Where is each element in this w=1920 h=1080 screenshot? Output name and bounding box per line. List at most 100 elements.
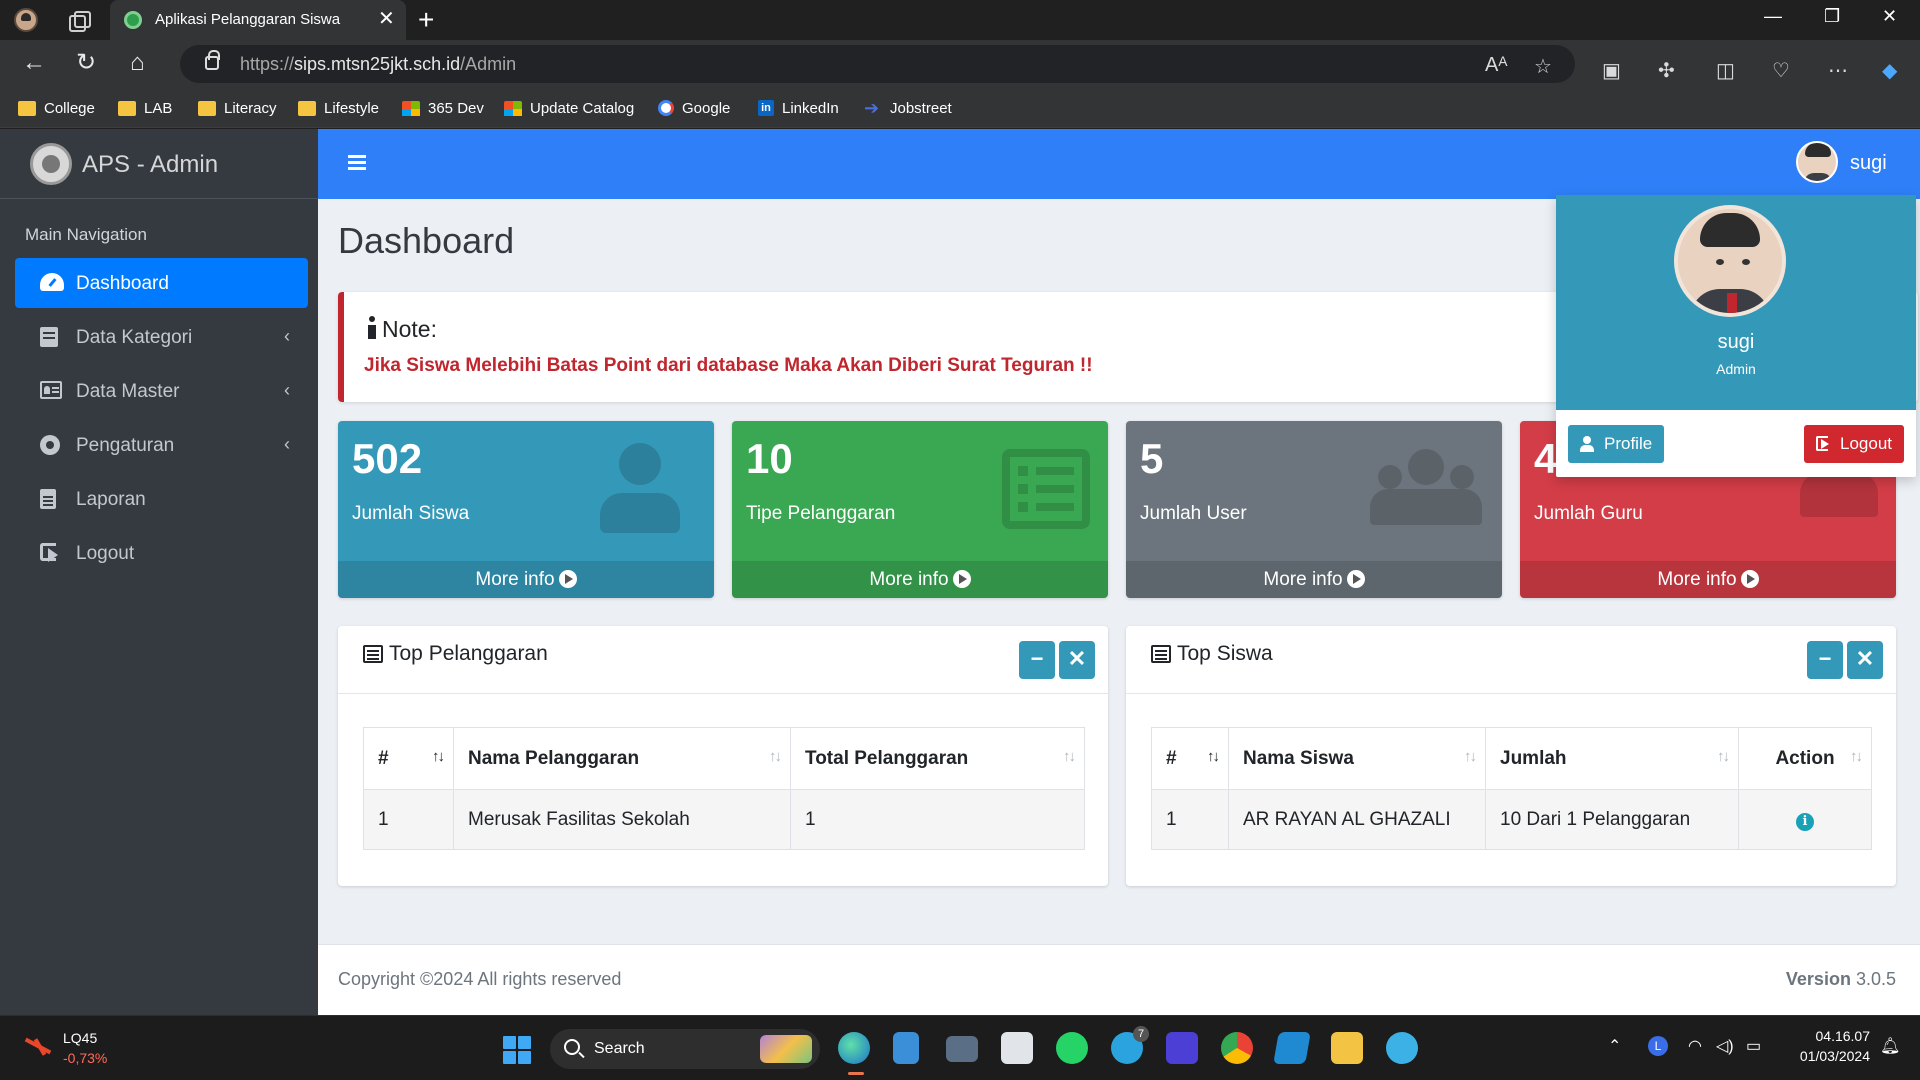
bookmark-college[interactable]: College <box>18 97 95 119</box>
workspaces-icon[interactable] <box>66 8 91 32</box>
vscode-icon[interactable] <box>1273 1032 1311 1064</box>
bookmark-linkedin[interactable]: in LinkedIn <box>758 97 839 119</box>
bookmark-google[interactable]: Google <box>658 97 730 119</box>
info-circle-icon[interactable]: i <box>1796 812 1814 831</box>
remove-button[interactable]: ✕ <box>1059 641 1095 679</box>
browser-profile-avatar[interactable] <box>14 8 38 32</box>
card-top-siswa: Top Siswa − ✕ # ↑↓ Nama Siswa ↑↓ Jumlah ↑↓ … <box>1126 626 1896 886</box>
sort-icon: ↑↓ <box>1063 748 1076 765</box>
stat-label: Jumlah Siswa <box>352 503 470 524</box>
collapse-button[interactable]: − <box>1807 641 1843 679</box>
battery-icon[interactable]: ▭ <box>1746 1036 1761 1056</box>
chrome-icon[interactable] <box>1221 1032 1253 1064</box>
logout-button[interactable]: Logout <box>1804 425 1904 463</box>
sign-out-icon <box>40 543 58 562</box>
bookmark-365-dev[interactable]: 365 Dev <box>402 97 484 119</box>
column-header-total-pelanggaran[interactable]: Total Pelanggaran ↑↓ <box>790 727 1085 790</box>
card-header: Top Pelanggaran − ✕ <box>338 626 1108 694</box>
sort-icon: ↑↓ <box>1850 748 1863 765</box>
split-screen-icon[interactable]: ◫ <box>1716 58 1735 83</box>
bookmark-jobstreet[interactable]: ➔ Jobstreet <box>864 97 952 119</box>
minimize-icon[interactable]: — <box>1764 6 1782 27</box>
home-icon[interactable]: ⌂ <box>130 48 145 78</box>
stock-name[interactable]: LQ45 <box>63 1030 97 1046</box>
maximize-icon[interactable]: ❐ <box>1824 6 1840 27</box>
sidebar-item-dashboard[interactable]: Dashboard <box>15 258 308 308</box>
sidebar-item-laporan[interactable]: Laporan <box>15 474 308 524</box>
linkedin-icon: in <box>758 100 774 116</box>
sidebar-item-data-master[interactable]: Data Master ‹ <box>15 366 308 416</box>
more-info-link[interactable]: More info <box>1520 561 1896 598</box>
bookmark-lifestyle[interactable]: Lifestyle <box>298 97 379 119</box>
column-header-jumlah[interactable]: Jumlah ↑↓ <box>1485 727 1739 790</box>
browser-tab-active[interactable]: Aplikasi Pelanggaran Siswa ✕ <box>110 0 406 40</box>
stat-label: Jumlah Guru <box>1534 503 1643 524</box>
notification-bell-icon[interactable]: 🔔︎ <box>1880 1036 1900 1056</box>
more-info-link[interactable]: More info <box>1126 561 1502 598</box>
volume-icon[interactable]: ◁) <box>1716 1036 1734 1056</box>
bookmark-literacy[interactable]: Literacy <box>198 97 277 119</box>
favorite-star-icon[interactable]: ☆ <box>1534 54 1552 79</box>
notepad-icon[interactable] <box>893 1032 919 1064</box>
card-header: Top Siswa − ✕ <box>1126 626 1896 694</box>
sidebar-item-data-kategori[interactable]: Data Kategori ‹ <box>15 312 308 362</box>
users-icon <box>1370 449 1482 527</box>
windows-start-icon[interactable] <box>503 1036 531 1064</box>
chevron-left-icon: ‹ <box>284 380 290 400</box>
lock-icon[interactable] <box>205 50 220 70</box>
stat-box-tipe-pelanggaran: 10 Tipe Pelanggaran More info <box>732 421 1108 598</box>
linear-app-icon[interactable] <box>1166 1032 1198 1064</box>
chevron-left-icon: ‹ <box>284 434 290 454</box>
close-window-icon[interactable]: ✕ <box>1882 6 1897 27</box>
file-explorer-icon[interactable] <box>1331 1032 1363 1064</box>
refresh-icon[interactable]: ↻ <box>76 48 96 78</box>
clock-app-icon[interactable]: L <box>1648 1036 1668 1056</box>
user-menu-name[interactable]: sugi <box>1850 152 1887 175</box>
url-field[interactable]: https://sips.mtsn25jkt.sch.id/Admin Aᴬ ☆ <box>180 45 1575 83</box>
address-bar-row: ← ↻ ⌂ https://sips.mtsn25jkt.sch.id/Admi… <box>0 40 1920 88</box>
more-info-link[interactable]: More info <box>338 561 714 598</box>
extension-icon[interactable]: ▣ <box>1602 58 1621 83</box>
brand[interactable]: APS - Admin <box>0 129 318 199</box>
avatar-tie <box>1727 293 1737 313</box>
collapse-button[interactable]: − <box>1019 641 1055 679</box>
column-header-action[interactable]: Action ↑↓ <box>1738 727 1872 790</box>
stock-trend-icon[interactable] <box>24 1038 56 1058</box>
folder-icon <box>298 100 316 116</box>
column-header-no[interactable]: # ↑↓ <box>1151 727 1229 790</box>
user-avatar[interactable] <box>1796 141 1838 183</box>
sidebar-item-pengaturan[interactable]: Pengaturan ‹ <box>15 420 308 470</box>
back-icon[interactable]: ← <box>22 48 46 78</box>
column-header-nama-pelanggaran[interactable]: Nama Pelanggaran ↑↓ <box>453 727 791 790</box>
column-header-no[interactable]: # ↑↓ <box>363 727 454 790</box>
telegram-icon[interactable]: 7 <box>1111 1026 1149 1064</box>
more-info-link[interactable]: More info <box>732 561 1108 598</box>
tool-app-icon[interactable] <box>1386 1032 1418 1064</box>
chevron-up-icon[interactable]: ⌃ <box>1608 1036 1621 1056</box>
sidebar-item-logout[interactable]: Logout <box>15 528 308 578</box>
table-cell-action: i <box>1738 789 1872 850</box>
stock-change: -0,73% <box>63 1050 108 1066</box>
new-tab-icon[interactable]: + <box>418 4 434 36</box>
edge-icon[interactable] <box>838 1032 870 1064</box>
whatsapp-icon[interactable] <box>1056 1032 1088 1064</box>
extensions-puzzle-icon[interactable]: ✣ <box>1658 58 1675 83</box>
tab-close-icon[interactable]: ✕ <box>378 8 395 30</box>
browser-essentials-icon[interactable]: ♡ <box>1772 58 1790 83</box>
wifi-icon[interactable]: ◠ <box>1688 1036 1702 1056</box>
remove-button[interactable]: ✕ <box>1847 641 1883 679</box>
hamburger-menu-icon[interactable] <box>348 155 366 158</box>
profile-button[interactable]: Profile <box>1568 425 1665 463</box>
bookmark-update-catalog[interactable]: Update Catalog <box>504 97 634 119</box>
more-menu-icon[interactable]: ⋯ <box>1828 58 1848 83</box>
column-header-nama-siswa[interactable]: Nama Siswa ↑↓ <box>1228 727 1486 790</box>
taskbar-search[interactable]: Search <box>550 1029 820 1069</box>
read-aloud-icon[interactable]: Aᴬ <box>1485 54 1507 77</box>
system-clock[interactable]: 04.16.07 01/03/2024 <box>1780 1028 1870 1064</box>
snipping-tool-icon[interactable] <box>1001 1032 1033 1064</box>
copyright-text: Copyright ©2024 All rights reserved <box>338 969 622 989</box>
sign-out-icon <box>1816 436 1829 451</box>
copilot-icon[interactable]: ◆ <box>1882 58 1897 83</box>
bookmark-lab[interactable]: LAB <box>118 97 172 119</box>
camera-icon[interactable] <box>946 1036 978 1062</box>
